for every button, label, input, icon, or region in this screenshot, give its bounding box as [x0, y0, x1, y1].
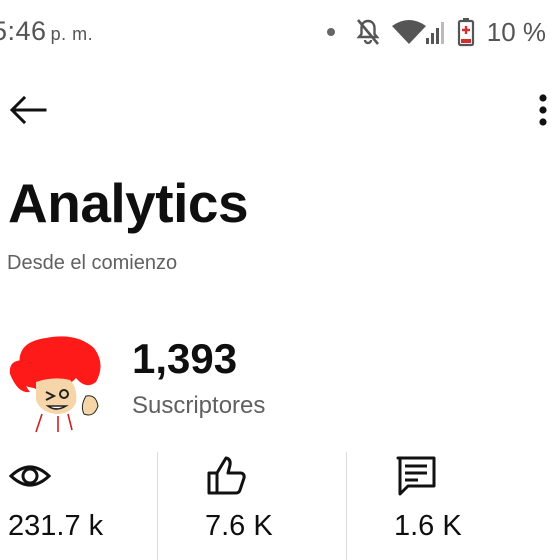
comment-icon — [396, 456, 436, 496]
top-app-bar — [0, 80, 560, 140]
likes-value: 7.6 K — [205, 510, 273, 542]
comments-value: 1.6 K — [394, 510, 462, 542]
status-icons: 10 % — [326, 14, 546, 50]
avatar-illustration — [6, 330, 110, 434]
more-vertical-icon — [539, 94, 547, 126]
channel-avatar[interactable] — [6, 330, 110, 434]
arrow-left-icon — [9, 95, 47, 125]
notification-dot-icon — [326, 28, 335, 36]
battery-percentage: 10 % — [486, 16, 546, 47]
battery-low-icon — [457, 18, 474, 47]
subscriber-count: 1,393 — [132, 335, 238, 382]
stat-likes[interactable]: 7.6 K — [205, 450, 335, 560]
more-options-button[interactable] — [528, 88, 558, 132]
page-subtitle: Desde el comienzo — [7, 252, 178, 274]
views-value: 231.7 k — [8, 510, 104, 542]
clock-ampm: p. m. — [50, 24, 94, 44]
stat-divider — [346, 452, 347, 560]
do-not-disturb-bell-icon — [356, 19, 380, 45]
cell-signal-icon — [425, 22, 444, 44]
stat-views[interactable]: 231.7 k — [8, 450, 148, 560]
clock-time: 5:46 — [0, 16, 47, 46]
wifi-icon — [391, 20, 426, 44]
stat-comments[interactable]: 1.6 K — [394, 450, 534, 560]
back-button[interactable] — [6, 88, 50, 132]
stats-row: 231.7 k 7.6 K 1.6 K — [0, 450, 560, 560]
status-time: 5:46p. m. — [0, 16, 93, 47]
status-bar: 5:46p. m. 10 % — [0, 0, 560, 66]
stat-divider — [157, 452, 158, 560]
page-title: Analytics — [8, 172, 249, 234]
thumbs-up-icon — [207, 456, 246, 495]
eye-icon — [8, 465, 52, 487]
subscriber-label: Suscriptores — [132, 392, 266, 419]
